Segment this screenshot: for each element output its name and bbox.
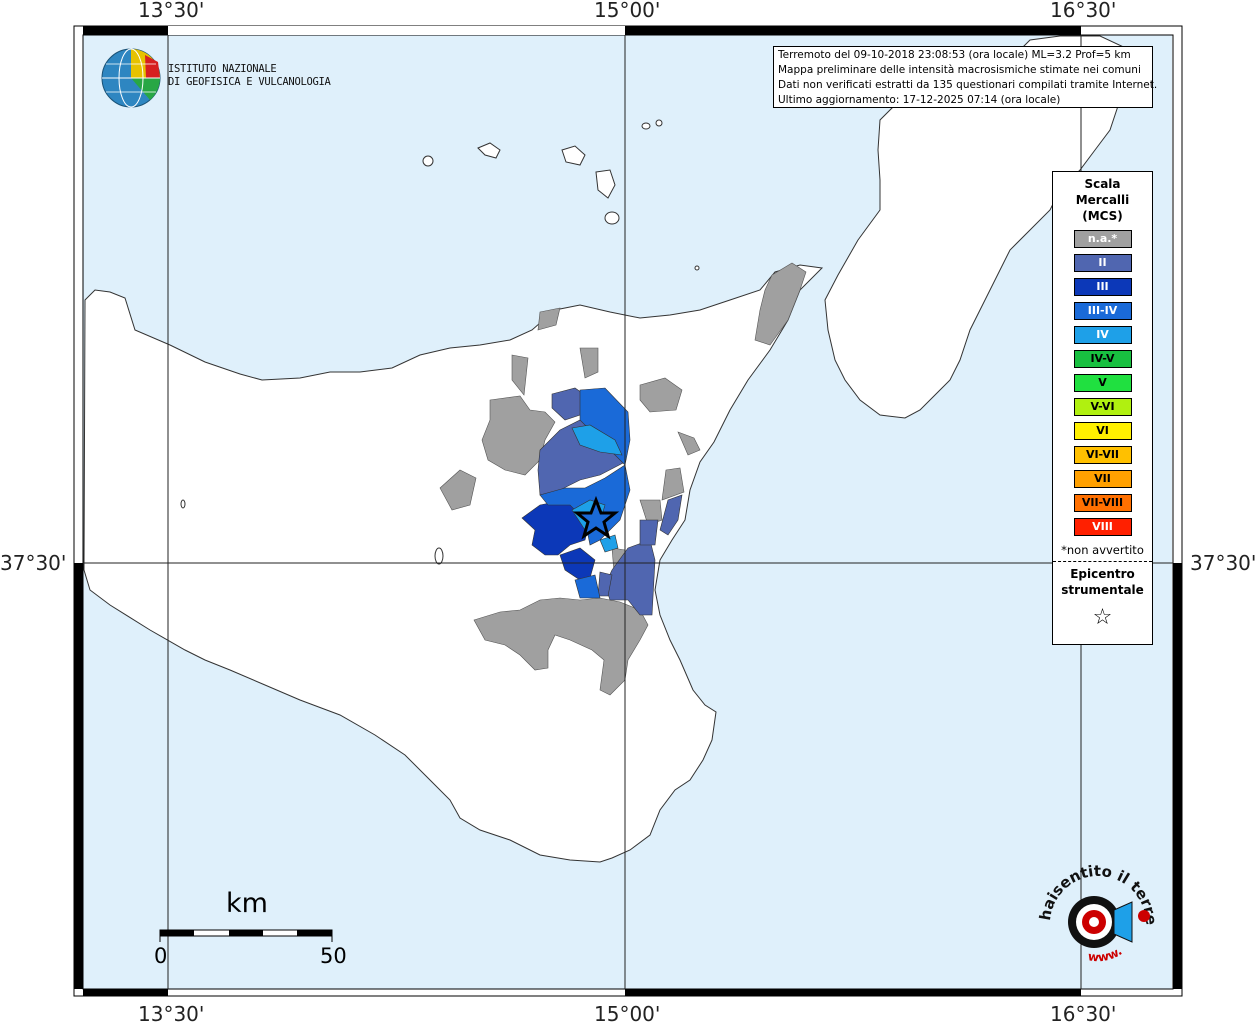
haisentito-logo-icon[interactable]: haisentito il terremoto.it www. <box>1036 862 1160 986</box>
ingv-logo-icon <box>101 48 161 108</box>
legend-note: *non avvertito <box>1061 543 1144 557</box>
legend-title-line3: (MCS) <box>1082 209 1123 223</box>
institute-name: ISTITUTO NAZIONALE DI GEOFISICA E VULCAN… <box>168 63 331 89</box>
legend-swatch: V-VI <box>1073 398 1132 416</box>
scale-end: 50 <box>320 944 347 968</box>
earthquake-info-box: Terremoto del 09-10-2018 23:08:53 (ora l… <box>773 46 1158 108</box>
mcs-legend: Scala Mercalli (MCS) n.a.* II III III-IV IV I… <box>1052 171 1153 645</box>
institute-name-line2: DI GEOFISICA E VULCANOLOGIA <box>168 76 331 88</box>
info-line-1: Terremoto del 09-10-2018 23:08:53 (ora l… <box>778 49 1131 61</box>
legend-title-line1: Scala <box>1084 177 1121 191</box>
legend-swatch: V <box>1073 374 1132 392</box>
legend-swatch: VI-VII <box>1073 446 1132 464</box>
scale-start: 0 <box>154 944 168 968</box>
legend-swatch: II <box>1073 254 1132 272</box>
legend-swatch: VIII <box>1073 518 1132 536</box>
legend-star-icon: ☆ <box>1092 605 1113 630</box>
legend-swatch: n.a.* <box>1073 230 1132 248</box>
legend-swatch: VII-VIII <box>1073 494 1132 512</box>
scale-unit: km <box>226 888 268 919</box>
legend-swatch: IV <box>1073 326 1132 344</box>
legend-title: Scala Mercalli (MCS) <box>1053 176 1152 224</box>
legend-title-line2: Mercalli <box>1075 193 1130 207</box>
legend-swatch: III-IV <box>1073 302 1132 320</box>
info-line-2: Mappa preliminare delle intensità macros… <box>778 64 1141 76</box>
legend-swatch: III <box>1073 278 1132 296</box>
legend-epicenter-label: Epicentro strumentale <box>1053 566 1152 598</box>
institute-name-line1: ISTITUTO NAZIONALE <box>168 63 277 75</box>
legend-swatch: VI <box>1073 422 1132 440</box>
legend-swatch: VII <box>1073 470 1132 488</box>
legend-swatch: IV-V <box>1073 350 1132 368</box>
legend-swatches: n.a.* II III III-IV IV IV-V V V-VI VI VI-VII VII VI… <box>1053 230 1152 536</box>
legend-epicenter-line1: Epicentro <box>1070 567 1135 581</box>
info-line-4: Ultimo aggiornamento: 17-12-2025 07:14 (… <box>778 94 1061 106</box>
info-line-3: Dati non verificati estratti da 135 ques… <box>778 79 1158 91</box>
legend-epicenter-line2: strumentale <box>1061 583 1144 597</box>
legend-separator <box>1053 561 1152 562</box>
